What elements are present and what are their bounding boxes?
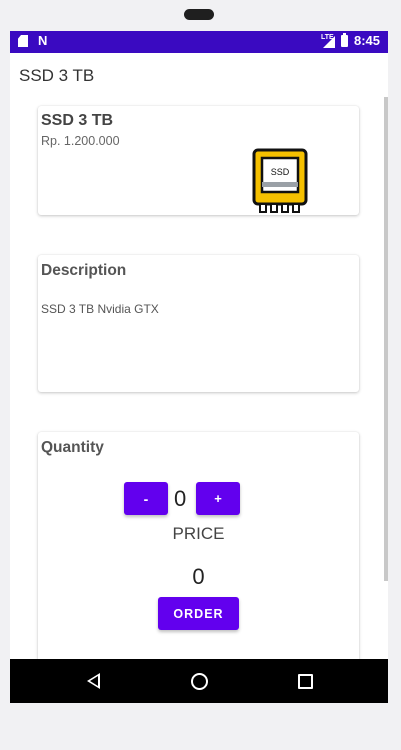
lte-signal-icon: LTE	[321, 34, 335, 48]
recent-apps-button[interactable]	[275, 659, 335, 703]
price-label: PRICE	[38, 524, 359, 544]
ssd-icon-label: SSD	[271, 167, 290, 177]
increment-button[interactable]: +	[196, 482, 240, 515]
quantity-card: Quantity - 0 + PRICE 0 ORDER	[38, 432, 359, 672]
price-label-text: PRICE	[172, 524, 225, 543]
quantity-heading: Quantity	[41, 439, 104, 456]
screen: N LTE 8:45 SSD 3 TB SSD 3 TB Rp. 1.200.0…	[10, 31, 388, 703]
quantity-value: 0	[174, 486, 187, 511]
scrollbar[interactable]	[384, 97, 388, 581]
ssd-icon: SSD	[252, 148, 308, 213]
page-title: SSD 3 TB	[19, 66, 95, 85]
navigation-bar	[10, 659, 388, 703]
description-card: Description SSD 3 TB Nvidia GTX	[38, 255, 359, 392]
sd-card-icon	[18, 35, 28, 47]
price-value: 0	[192, 564, 205, 589]
battery-charging-icon	[340, 32, 348, 47]
product-price: Rp. 1.200.000	[41, 134, 120, 148]
order-button[interactable]: ORDER	[158, 597, 239, 630]
product-name: SSD 3 TB	[41, 112, 114, 129]
status-time: 8:45	[353, 33, 380, 48]
back-button[interactable]	[63, 659, 123, 703]
network-label: LTE	[320, 33, 334, 41]
recent-apps-icon	[297, 673, 313, 689]
description-text: SSD 3 TB Nvidia GTX	[41, 302, 159, 316]
speaker-grill	[184, 9, 214, 20]
home-icon	[190, 672, 208, 690]
app-bar: SSD 3 TB	[10, 53, 388, 97]
device-frame: N LTE 8:45 SSD 3 TB SSD 3 TB Rp. 1.200.0…	[0, 0, 401, 750]
status-bar: N LTE 8:45	[10, 31, 388, 53]
product-card: SSD 3 TB Rp. 1.200.000 SSD	[38, 106, 359, 215]
home-button[interactable]	[169, 659, 229, 703]
description-heading: Description	[41, 262, 127, 279]
decrement-button[interactable]: -	[124, 482, 168, 515]
back-icon	[86, 673, 100, 689]
n-notification-icon: N	[38, 33, 48, 48]
